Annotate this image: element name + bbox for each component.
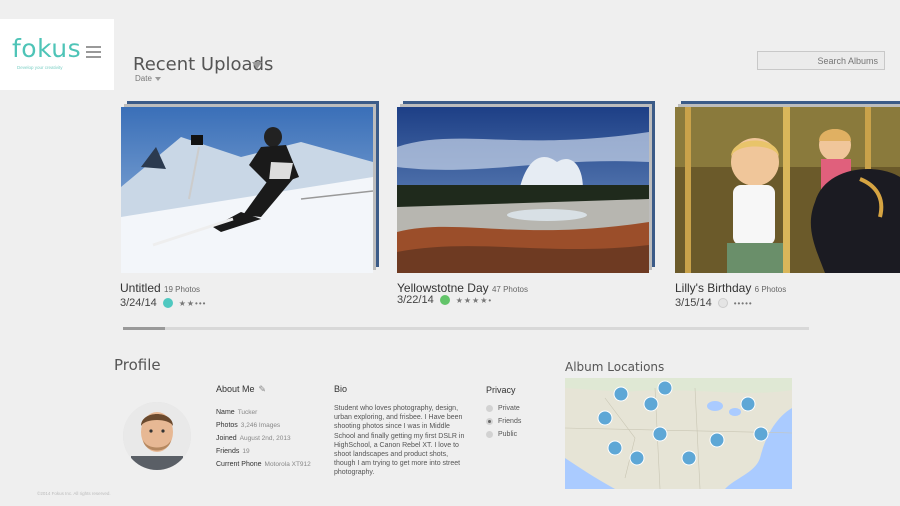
album-photo-count: 19 Photos bbox=[164, 285, 201, 294]
scrollbar-thumb[interactable] bbox=[123, 327, 165, 330]
privacy-heading: Privacy bbox=[486, 385, 516, 395]
album-meta: 3/24/14 ★★••• bbox=[120, 297, 206, 309]
album-date: 3/22/14 bbox=[397, 294, 434, 306]
album-rating[interactable]: ★★••• bbox=[179, 299, 207, 308]
album-rating[interactable]: ★★★★• bbox=[456, 296, 493, 305]
about-heading: About Me ✎ bbox=[216, 384, 267, 394]
album-title[interactable]: Untitled 19 Photos bbox=[120, 281, 200, 295]
map-title: Album Locations bbox=[565, 360, 665, 374]
sort-label: Date bbox=[135, 74, 152, 83]
profile-field: Photos 3,246 Images bbox=[216, 422, 281, 429]
logo-panel: fokus Develop your creativity bbox=[0, 19, 114, 90]
privacy-option-friends[interactable]: Friends bbox=[486, 418, 521, 425]
bio-heading: Bio bbox=[334, 384, 348, 394]
privacy-option-public[interactable]: Public bbox=[486, 431, 517, 438]
sort-dropdown[interactable]: Date bbox=[135, 74, 161, 83]
bio-text: Student who loves photography, design, u… bbox=[334, 405, 465, 477]
album-date: 3/24/14 bbox=[120, 297, 157, 309]
album-rating[interactable]: ••••• bbox=[734, 299, 753, 308]
profile-title: Profile bbox=[114, 356, 161, 374]
profile-field: Current Phone Motorola XT912 bbox=[216, 461, 311, 468]
radio-selected-icon bbox=[486, 418, 493, 425]
search-input[interactable] bbox=[757, 51, 885, 70]
profile-field: Friends 19 bbox=[216, 448, 250, 455]
album-photo-count: 47 Photos bbox=[491, 285, 528, 294]
album-cover-photo[interactable] bbox=[397, 107, 649, 273]
profile-field: Joined August 2nd, 2013 bbox=[216, 435, 291, 442]
edit-pencil-icon[interactable]: ✎ bbox=[259, 384, 267, 394]
album-color-tag[interactable] bbox=[439, 295, 450, 305]
avatar[interactable] bbox=[123, 402, 191, 470]
album-title[interactable]: Yellowstotne Day 47 Photos bbox=[397, 281, 528, 295]
menu-icon[interactable] bbox=[86, 46, 101, 58]
title-dropdown-icon[interactable] bbox=[252, 62, 262, 69]
album-color-tag[interactable] bbox=[162, 298, 173, 308]
album-photo-count: 6 Photos bbox=[754, 285, 787, 294]
album-cover-photo[interactable] bbox=[121, 107, 373, 273]
album-meta: 3/22/14 ★★★★• bbox=[397, 294, 492, 306]
album-title[interactable]: Lilly's Birthday 6 Photos bbox=[675, 281, 786, 295]
radio-icon bbox=[486, 431, 493, 438]
app-tagline: Develop your creativity bbox=[17, 65, 63, 70]
profile-field: Name Tucker bbox=[216, 409, 258, 416]
radio-icon bbox=[486, 405, 493, 412]
app-logo[interactable]: fokus bbox=[12, 34, 81, 63]
chevron-down-icon bbox=[154, 76, 161, 81]
album-color-tag[interactable] bbox=[717, 298, 728, 308]
album-meta: 3/15/14 ••••• bbox=[675, 297, 753, 309]
album-date: 3/15/14 bbox=[675, 297, 712, 309]
copyright-text: ©2014 Fokus Inc. All rights reserved. bbox=[37, 491, 111, 496]
privacy-option-private[interactable]: Private bbox=[486, 405, 520, 412]
album-cover-photo[interactable] bbox=[675, 107, 900, 273]
album-locations-map[interactable] bbox=[565, 378, 792, 489]
albums-scrollbar[interactable] bbox=[123, 327, 809, 330]
